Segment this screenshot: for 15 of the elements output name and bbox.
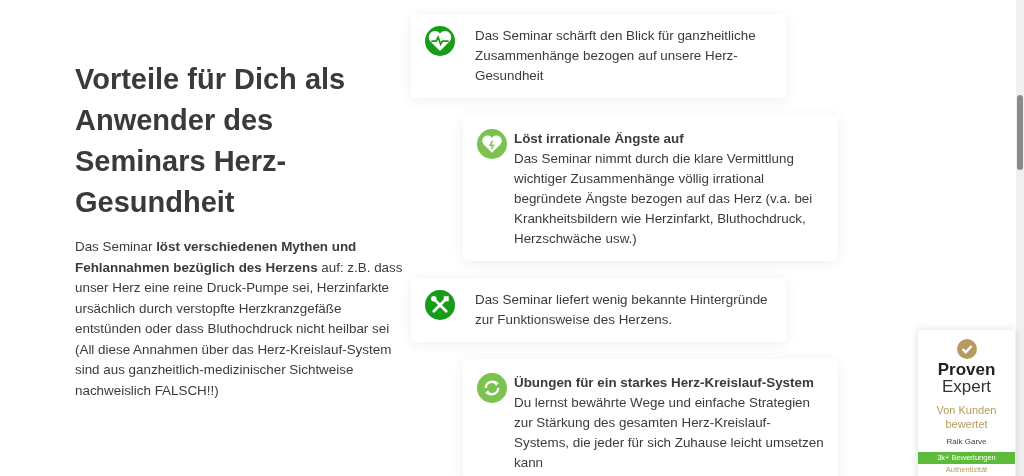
benefit-title: Löst irrationale Ängste auf xyxy=(514,130,685,148)
benefit-text: Das Seminar liefert wenig bekannte Hintergründe zur Funktionsweise des Herzens. xyxy=(474,291,769,329)
intro-paragraph: Das Seminar löst verschiedenen Mythen und Fehlannahmen bezüglich des Herzens auf: z.B. dass unser Herz eine reine Druck-Pumpe sei, Herzinfarkte ursächlich durch verstopfte Herzkranzgefäße entstünden oder dass Bluthochdruck nicht heilbar sei (All diese Annahmen über das Herz-Kreislauf-System sind aus ganzheitlich-medizinischer Sichtweise nachweislich FALSCH!!) xyxy=(75,238,404,400)
brand-name: Proven xyxy=(937,362,996,378)
benefit-text: Das Seminar nimmt durch die klare Vermittlung wichtiger Zusammenhänge völlig irrational begründete Ängste bezogen auf das Herz (v.a. bei Krankheitsbildern wie Herzinfarkt, Bluthochdruck, Herzschwäche usw.) xyxy=(514,150,814,248)
benefit-text: Du lernst bewährte Wege und einfache Strategien zur Stärkung des gesamten Herz-Kreislauf-Systems, die jeder für sich Zuhause leicht umsetzen kann xyxy=(514,394,824,472)
scrollbar[interactable] xyxy=(1016,0,1024,476)
benefit-title: Übungen für ein starkes Herz-Kreislauf-System xyxy=(514,374,815,392)
reviewed-name: Raik Garve xyxy=(946,437,987,446)
check-icon xyxy=(956,339,977,359)
benefit-text: Das Seminar schärft den Blick für ganzheitliche Zusammenhänge bezogen auf unsere Herz-Gesundheit xyxy=(474,27,757,85)
scrollbar-thumb[interactable] xyxy=(1017,95,1023,170)
section-heading: Vorteile für Dich als Anwender des Seminars Herz-Gesundheit xyxy=(75,62,347,220)
widget-tagline: Von Kunden bewertet xyxy=(935,403,998,431)
brand-name: Expert xyxy=(941,378,992,395)
